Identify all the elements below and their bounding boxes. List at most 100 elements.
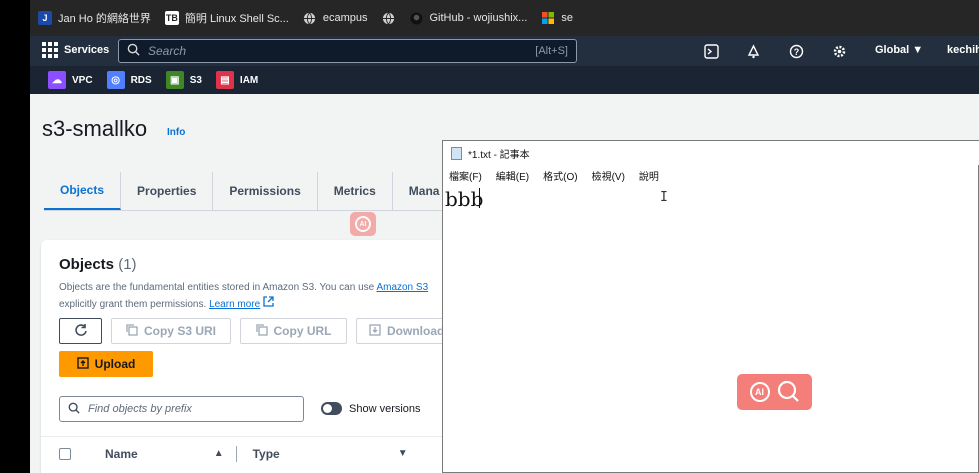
help-icon[interactable]: ? (788, 43, 804, 59)
tab-metrics[interactable]: Metrics (318, 172, 393, 210)
objects-title-label: Objects (59, 256, 115, 273)
search-icon (68, 402, 80, 417)
copy-icon (255, 323, 268, 339)
sort-icon[interactable]: ▼ (398, 448, 408, 459)
copy-s3-uri-label: Copy S3 URI (143, 324, 216, 338)
bookmark-label: ecampus (322, 12, 368, 24)
bucket-tabs: Objects Properties Permissions Metrics M… (44, 172, 455, 210)
upload-icon (76, 356, 89, 372)
tb-logo-icon: TB (164, 11, 179, 25)
jh-logo-icon: J (38, 11, 52, 25)
bookmark-label: Jan Ho 的網絡世界 (58, 13, 151, 25)
menu-help[interactable]: 說明 (639, 168, 659, 183)
learn-more-link[interactable]: Learn more (209, 299, 260, 310)
notepad-window[interactable]: *1.txt - 記事本 檔案(F) 編輯(E) 格式(O) 檢視(V) 說明 … (442, 140, 979, 473)
favorite-label: VPC (72, 74, 93, 86)
info-link[interactable]: Info (167, 127, 185, 138)
objects-panel: Objects (1) Objects are the fundamental … (41, 240, 466, 473)
page-title: s3-smallko (42, 116, 148, 141)
favorite-label: RDS (130, 74, 152, 86)
favorite-iam[interactable]: ▤ IAM (215, 71, 259, 89)
menu-file[interactable]: 檔案(F) (449, 168, 482, 183)
tab-objects[interactable]: Objects (44, 172, 122, 210)
bookmark-github[interactable]: GitHub - wojiushix... (410, 11, 528, 25)
menu-view[interactable]: 檢視(V) (592, 168, 625, 183)
notepad-text-area[interactable]: bbb (445, 187, 483, 211)
text-caret (479, 188, 480, 208)
ai-search-badge[interactable]: AI (737, 374, 812, 410)
notepad-file-icon (451, 146, 462, 160)
tab-permissions[interactable]: Permissions (213, 172, 318, 210)
refresh-button[interactable] (59, 318, 102, 344)
services-label: Services (64, 44, 110, 56)
aws-top-nav: Services [Alt+S] ? Global ▼ kechih (30, 36, 979, 66)
favorites-bar: ☁ VPC ◎ RDS ▣ S3 ▤ IAM (30, 66, 979, 94)
sort-ascending-icon[interactable]: ▲ (214, 448, 224, 459)
desc-text-2: explicitly grant them permissions. (59, 299, 210, 310)
download-label: Download (387, 324, 445, 338)
caret-down-icon: ▼ (912, 44, 924, 56)
cloudshell-icon[interactable] (703, 43, 719, 59)
rds-icon: ◎ (106, 71, 125, 89)
globe-icon (303, 11, 317, 25)
toggle-switch[interactable] (321, 402, 342, 415)
account-label: kechih (947, 44, 979, 56)
copy-icon (126, 323, 138, 339)
bookmark-globe[interactable] (382, 11, 396, 25)
bookmark-linux-shell[interactable]: TB 簡明 Linux Shell Sc... (164, 10, 289, 26)
favorite-s3[interactable]: ▣ S3 (165, 71, 202, 89)
menu-edit[interactable]: 編輯(E) (496, 168, 529, 183)
ibeam-cursor-icon: I (660, 190, 668, 205)
upload-button[interactable]: Upload (59, 351, 153, 377)
column-name[interactable]: Name (105, 447, 138, 461)
vpc-icon: ☁ (48, 71, 66, 89)
search-input[interactable] (148, 44, 528, 58)
find-objects-field[interactable] (59, 396, 304, 422)
find-objects-input[interactable] (88, 403, 295, 415)
favorite-vpc[interactable]: ☁ VPC (48, 71, 93, 89)
account-menu[interactable]: kechih (947, 44, 979, 56)
gear-icon[interactable] (831, 43, 847, 59)
bell-icon[interactable] (745, 43, 761, 59)
favorite-label: S3 (189, 74, 202, 86)
left-black-strip (0, 0, 30, 473)
column-type[interactable]: Type (253, 447, 280, 461)
objects-count: (1) (118, 256, 137, 273)
region-label: Global (875, 44, 910, 56)
ai-icon: AI (749, 382, 770, 402)
objects-description: Objects are the fundamental entities sto… (59, 279, 459, 313)
show-versions-toggle[interactable]: Show versions (321, 402, 421, 415)
objects-heading: Objects (1) (59, 256, 137, 273)
upload-label: Upload (94, 357, 136, 371)
show-versions-label: Show versions (349, 402, 421, 415)
search-bar[interactable]: [Alt+S] (118, 39, 577, 63)
bookmark-ecampus[interactable]: ecampus (303, 11, 368, 25)
notepad-titlebar[interactable]: *1.txt - 記事本 (443, 141, 979, 165)
column-divider (235, 445, 237, 462)
bookmark-se[interactable]: se (541, 11, 573, 25)
ai-icon: AI (355, 216, 371, 232)
bookmarks-bar: J Jan Ho 的網絡世界 TB 簡明 Linux Shell Sc... e… (30, 0, 979, 36)
refresh-icon (74, 323, 88, 340)
select-all-checkbox[interactable] (59, 447, 71, 460)
favorite-label: IAM (239, 74, 259, 86)
services-menu-button[interactable]: Services (42, 42, 109, 58)
desc-text-1: Objects are the fundamental entities sto… (59, 282, 377, 293)
region-selector[interactable]: Global ▼ (875, 44, 923, 56)
copy-url-button[interactable]: Copy URL (240, 318, 347, 344)
copy-url-label: Copy URL (273, 324, 332, 338)
bookmark-jan-ho[interactable]: J Jan Ho 的網絡世界 (38, 10, 151, 26)
amazon-s3-link[interactable]: Amazon S3 (376, 282, 428, 293)
bookmark-label: 簡明 Linux Shell Sc... (184, 13, 289, 25)
ai-badge-small[interactable]: AI (350, 212, 376, 236)
menu-format[interactable]: 格式(O) (543, 168, 577, 183)
grid-icon (42, 42, 58, 58)
copy-s3-uri-button[interactable]: Copy S3 URI (111, 318, 231, 344)
globe-icon (382, 11, 396, 25)
notepad-menubar: 檔案(F) 編輯(E) 格式(O) 檢視(V) 說明 (443, 165, 979, 185)
bookmark-label: se (561, 12, 573, 24)
bookmark-label: GitHub - wojiushix... (429, 12, 528, 24)
search-shortcut-hint: [Alt+S] (535, 45, 568, 57)
tab-properties[interactable]: Properties (121, 172, 214, 210)
favorite-rds[interactable]: ◎ RDS (106, 71, 152, 89)
